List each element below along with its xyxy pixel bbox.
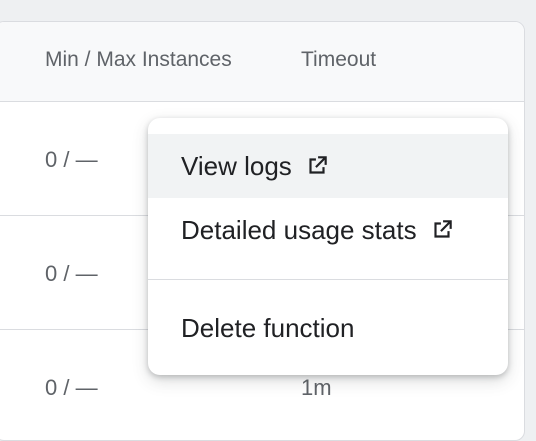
timeout-cell: 1m <box>301 375 332 400</box>
open-in-new-icon <box>429 217 455 243</box>
view-logs-menu-item[interactable]: View logs <box>148 134 508 198</box>
delete-function-menu-item[interactable]: Delete function <box>148 296 508 360</box>
table-header-row: Min / Max Instances Timeout <box>0 22 524 102</box>
column-header-instances[interactable]: Min / Max Instances <box>45 48 232 72</box>
delete-function-label: Delete function <box>181 312 355 343</box>
detailed-usage-stats-label: Detailed usage stats <box>181 214 417 245</box>
view-logs-label: View logs <box>181 150 292 181</box>
instances-cell: 0 / — <box>45 261 98 286</box>
detailed-usage-stats-menu-item[interactable]: Detailed usage stats <box>148 198 508 262</box>
instances-cell: 0 / — <box>45 375 98 400</box>
column-header-timeout[interactable]: Timeout <box>301 48 376 72</box>
instances-cell: 0 / — <box>45 147 98 172</box>
function-actions-menu: View logs Detailed usage stats Delete fu… <box>148 118 508 375</box>
menu-divider <box>148 279 508 280</box>
open-in-new-icon <box>304 153 330 179</box>
